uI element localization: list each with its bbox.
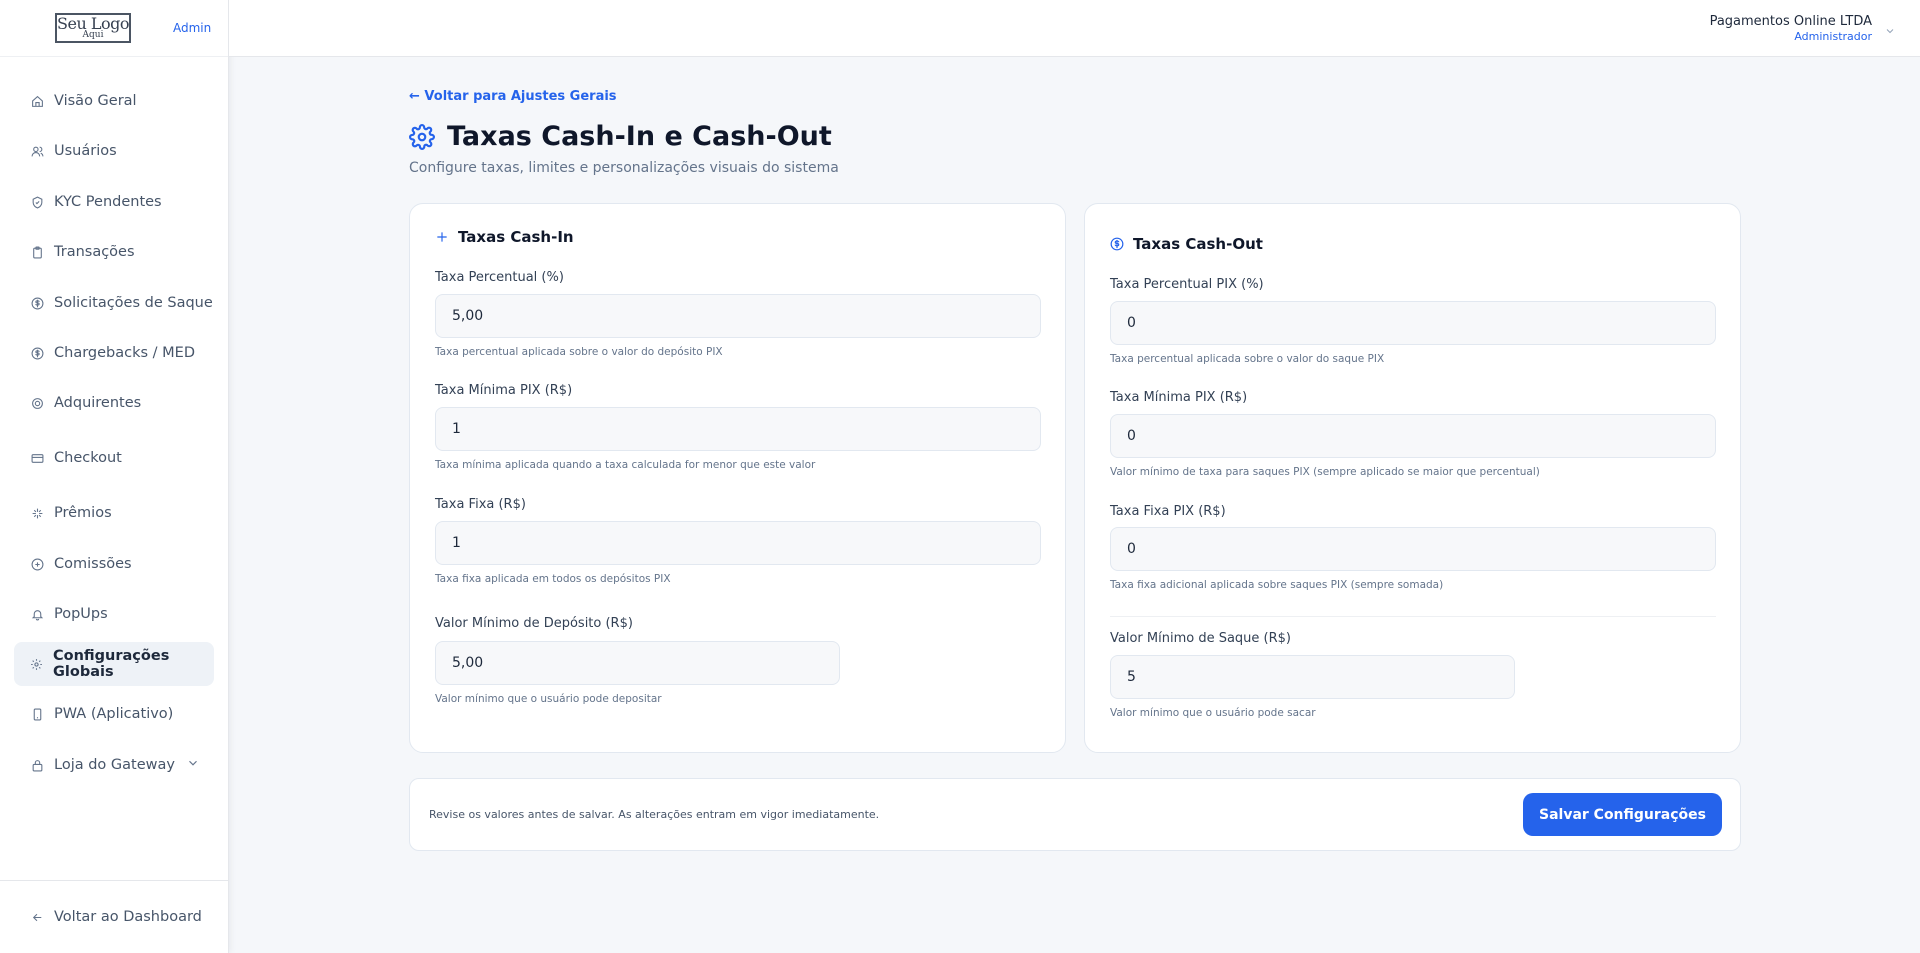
cash-in-title-text: Taxas Cash-In [458, 228, 574, 246]
cash-out-min-label: Taxa Mínima PIX (R$) [1110, 390, 1248, 405]
cash-in-min-input[interactable] [435, 407, 1041, 451]
cash-in-min-hint: Taxa mínima aplicada quando a taxa calcu… [435, 459, 816, 471]
clipboard-icon [30, 245, 44, 259]
company-name: Pagamentos Online LTDA [1709, 14, 1872, 29]
cash-in-fixed-input[interactable] [435, 521, 1041, 565]
cash-out-min-withdraw-label: Valor Mínimo de Saque (R$) [1110, 631, 1291, 646]
cash-out-min-withdraw-hint: Valor mínimo que o usuário pode sacar [1110, 707, 1316, 719]
cash-in-min-deposit-label: Valor Mínimo de Depósito (R$) [435, 616, 633, 631]
cash-in-min-deposit-input[interactable] [435, 641, 840, 685]
cash-out-min-input[interactable] [1110, 414, 1716, 458]
cash-in-percent-input[interactable] [435, 294, 1041, 338]
sidebar-item-visao-geral[interactable]: Visão Geral [14, 79, 214, 123]
sidebar-item-kyc-pendentes[interactable]: KYC Pendentes [14, 180, 214, 224]
sidebar-item-adquirentes[interactable]: Adquirentes [14, 381, 214, 425]
cash-out-percent-hint: Taxa percentual aplicada sobre o valor d… [1110, 353, 1385, 365]
sidebar-item-checkout[interactable]: Checkout [14, 436, 214, 480]
shield-icon [30, 195, 44, 209]
cash-in-card: Taxas Cash-In Taxa Percentual (%) Taxa p… [409, 203, 1066, 753]
back-to-dashboard-link[interactable]: Voltar ao Dashboard [14, 895, 214, 939]
sidebar-item-label: Solicitações de Saque [54, 295, 213, 311]
sidebar-item-label: Configurações Globais [53, 648, 170, 680]
cash-out-title-text: Taxas Cash-Out [1133, 235, 1263, 253]
sidebar-item-label: Checkout [54, 450, 122, 466]
dollar-circle-icon [30, 346, 44, 360]
account-menu[interactable]: Pagamentos Online LTDA Administrador [1710, 14, 1872, 43]
sidebar-item-chargebacks-med[interactable]: Chargebacks / MED [14, 331, 214, 375]
target-icon [30, 396, 44, 410]
admin-tag: Admin [173, 21, 212, 35]
sidebar-item-label: PWA (Aplicativo) [54, 706, 174, 722]
cash-out-percent-label: Taxa Percentual PIX (%) [1110, 277, 1264, 292]
cash-out-min-withdraw-input[interactable] [1110, 655, 1515, 699]
sidebar-item-label: Transações [54, 244, 135, 260]
chevron-down-icon[interactable] [186, 756, 200, 774]
page-title: Taxas Cash-In e Cash-Out [409, 121, 832, 152]
save-settings-button[interactable]: Salvar Configurações [1523, 793, 1722, 836]
cash-out-title: Taxas Cash-Out [1110, 235, 1263, 253]
cash-out-fixed-input[interactable] [1110, 527, 1716, 571]
home-icon [30, 94, 44, 108]
save-bar: Revise os valores antes de salvar. As al… [409, 778, 1741, 851]
sidebar-item-label: Adquirentes [54, 395, 142, 411]
cash-in-percent-hint: Taxa percentual aplicada sobre o valor d… [435, 346, 723, 358]
sidebar-item-solicitacoes-de-saque[interactable]: Solicitações de Saque [14, 281, 214, 325]
top-header: Pagamentos Online LTDA Administrador [229, 0, 1920, 57]
cash-out-percent-input[interactable] [1110, 301, 1716, 345]
sidebar-item-label: Loja do Gateway [54, 757, 175, 773]
sidebar-footer: Voltar ao Dashboard [0, 880, 229, 953]
plus-icon [435, 230, 449, 244]
cash-out-min-hint: Valor mínimo de taxa para saques PIX (se… [1110, 466, 1540, 478]
cash-in-fixed-label: Taxa Fixa (R$) [435, 497, 526, 512]
save-note: Revise os valores antes de salvar. As al… [429, 808, 880, 821]
cash-out-divider [1110, 616, 1716, 617]
sidebar-item-label: Visão Geral [54, 93, 137, 109]
sidebar-item-label: Prêmios [54, 505, 112, 521]
sidebar-item-label: KYC Pendentes [54, 194, 162, 210]
sidebar-item-comissoes[interactable]: Comissões [14, 542, 214, 586]
dollar-circle-icon [1110, 237, 1124, 251]
cash-out-fixed-label: Taxa Fixa PIX (R$) [1110, 504, 1226, 519]
phone-icon [30, 707, 44, 721]
back-to-dashboard-label: Voltar ao Dashboard [54, 909, 202, 925]
arrow-left-icon [30, 910, 44, 924]
sidebar-item-premios[interactable]: Prêmios [14, 491, 214, 535]
sidebar-item-loja-do-gateway[interactable]: Loja do Gateway [14, 743, 214, 787]
logo[interactable]: Seu Logo Aqui [55, 13, 131, 43]
sidebar-item-usuarios[interactable]: Usuários [14, 129, 214, 173]
sparkle-icon [30, 506, 44, 520]
chevron-down-icon[interactable] [1884, 22, 1896, 41]
sidebar-item-popups[interactable]: PopUps [14, 592, 214, 636]
coin-icon [30, 557, 44, 571]
gear-icon [30, 657, 43, 671]
card-icon [30, 451, 44, 465]
cash-out-card: Taxas Cash-Out Taxa Percentual PIX (%) T… [1084, 203, 1741, 753]
account-role: Administrador [1794, 29, 1872, 43]
cash-out-fixed-hint: Taxa fixa adicional aplicada sobre saque… [1110, 579, 1444, 591]
back-to-settings-link[interactable]: ← Voltar para Ajustes Gerais [409, 89, 617, 104]
sidebar-item-label: Comissões [54, 556, 132, 572]
sidebar-item-label: Chargebacks / MED [54, 345, 195, 361]
sidebar-item-pwa-aplicativo[interactable]: PWA (Aplicativo) [14, 692, 214, 736]
sidebar-item-transacoes[interactable]: Transações [14, 230, 214, 274]
logo-sub-text: Aqui [82, 30, 104, 40]
bell-icon [30, 607, 44, 621]
page-subtitle: Configure taxas, limites e personalizaçõ… [409, 160, 839, 176]
cash-in-min-deposit-hint: Valor mínimo que o usuário pode deposita… [435, 693, 662, 705]
dollar-circle-icon [30, 296, 44, 310]
cash-in-min-label: Taxa Mínima PIX (R$) [435, 383, 573, 398]
gear-icon [409, 123, 435, 150]
users-icon [30, 144, 44, 158]
sidebar-item-configuracoes-globais[interactable]: Configurações Globais [14, 642, 214, 686]
cash-in-fixed-hint: Taxa fixa aplicada em todos os depósitos… [435, 573, 671, 585]
cash-in-title: Taxas Cash-In [435, 228, 574, 246]
sidebar-item-label: Usuários [54, 143, 117, 159]
page-title-text: Taxas Cash-In e Cash-Out [447, 121, 832, 152]
lock-icon [30, 758, 44, 772]
sidebar: Seu Logo Aqui Admin Visão Geral Usuários… [0, 0, 229, 953]
sidebar-item-label: PopUps [54, 606, 108, 622]
cash-in-percent-label: Taxa Percentual (%) [435, 270, 564, 285]
brand: Seu Logo Aqui Admin [0, 0, 228, 57]
